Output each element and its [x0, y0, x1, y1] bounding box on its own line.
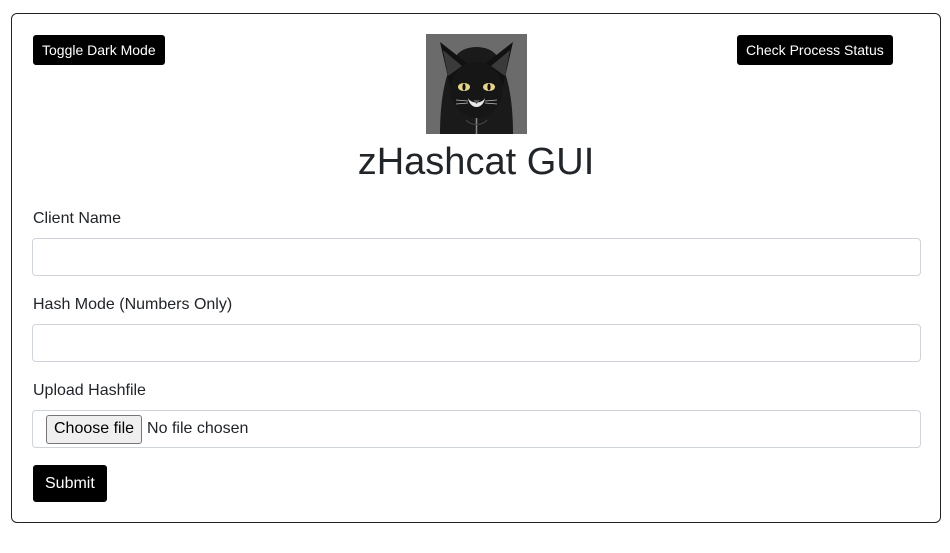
hashfile-input[interactable]: Choose file No file chosen	[32, 410, 921, 448]
client-name-label: Client Name	[33, 210, 122, 227]
main-card: Toggle Dark Mode Check Process Status zH…	[11, 13, 941, 523]
hash-mode-label: Hash Mode (Numbers Only)	[33, 296, 233, 313]
hash-mode-input[interactable]	[32, 324, 921, 362]
toggle-dark-mode-button[interactable]: Toggle Dark Mode	[33, 35, 165, 65]
hooded-cat-logo-icon	[426, 34, 527, 134]
page-title: zHashcat GUI	[357, 141, 595, 183]
upload-hashfile-label: Upload Hashfile	[33, 382, 146, 399]
file-status-text: No file chosen	[147, 420, 249, 437]
client-name-input[interactable]	[32, 238, 921, 276]
check-process-status-button[interactable]: Check Process Status	[737, 35, 893, 65]
submit-button[interactable]: Submit	[33, 465, 107, 502]
choose-file-button[interactable]: Choose file	[46, 414, 143, 444]
